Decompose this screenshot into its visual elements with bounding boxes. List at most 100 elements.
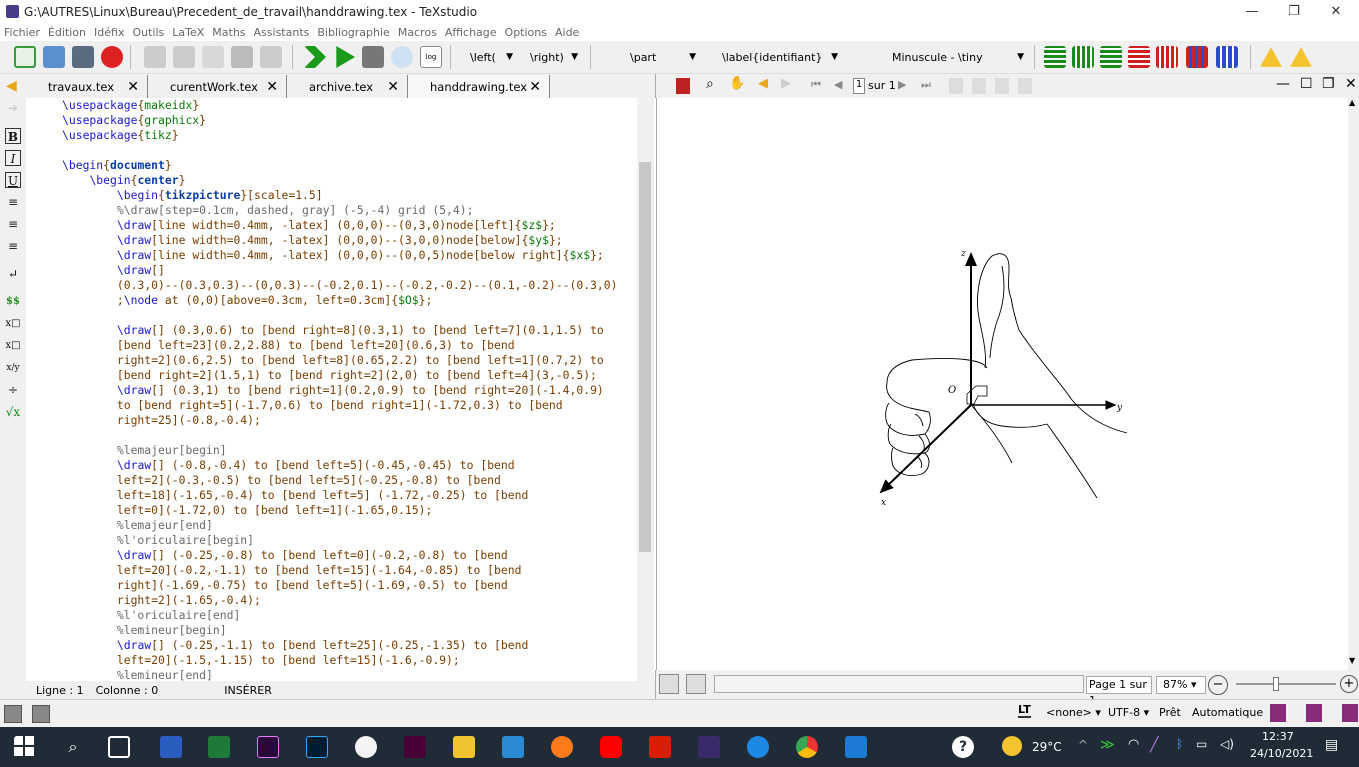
underline-icon[interactable]: U (5, 172, 21, 188)
task-view-icon[interactable] (108, 736, 130, 758)
code-line[interactable]: \begin{center} (62, 173, 637, 188)
vscode-icon[interactable] (845, 736, 867, 758)
zoom-slider-handle[interactable] (1273, 677, 1279, 691)
firefox-icon[interactable] (551, 736, 573, 758)
log-icon[interactable]: log (420, 46, 442, 68)
bluetooth-icon[interactable]: ᛒ (1176, 737, 1183, 751)
pdf-close-icon[interactable]: ✕ (1345, 76, 1357, 92)
tab-close-icon[interactable]: ✕ (266, 79, 278, 95)
tab-handdrawing[interactable]: handdrawing.tex ✕ (408, 75, 550, 98)
code-line[interactable] (62, 308, 637, 323)
xd-icon[interactable] (404, 736, 426, 758)
code-line[interactable]: \usepackage{makeidx} (62, 98, 637, 113)
last-page-icon[interactable]: ⏭ (921, 78, 931, 92)
build-view-icon[interactable] (304, 46, 326, 68)
app-icon-red-dots[interactable] (355, 736, 377, 758)
next-page-icon[interactable]: ▶ (898, 78, 906, 91)
minimize-button[interactable]: — (1229, 0, 1275, 23)
texstudio-icon[interactable] (698, 736, 720, 758)
search-icon[interactable]: ⌕ (62, 736, 84, 758)
encoding-combo[interactable]: UTF-8 ▾ (1108, 706, 1149, 719)
menu-bibliographie[interactable]: Bibliographie (313, 26, 393, 39)
menu-edition[interactable]: Édition (44, 26, 90, 39)
single-page-icon[interactable] (949, 78, 963, 94)
acrobat-icon[interactable] (649, 736, 671, 758)
temperature[interactable]: 29°C (1032, 740, 1062, 754)
code-line[interactable]: ;\node at (0,0)[above=0.3cm, left=0.3cm]… (62, 293, 637, 308)
lock-icon[interactable] (659, 674, 679, 694)
cut-icon[interactable] (231, 46, 253, 68)
menu-aide[interactable]: Aide (551, 26, 583, 39)
undo-icon[interactable] (144, 46, 166, 68)
paste-icon[interactable] (260, 46, 282, 68)
table-delete-column-icon[interactable] (1156, 46, 1178, 68)
scrollbar-thumb[interactable] (639, 162, 651, 552)
warning-triangle-icon[interactable] (1260, 47, 1282, 67)
volume-icon[interactable]: ◁) (1220, 737, 1234, 751)
pen-icon[interactable]: ╱ (1150, 737, 1158, 753)
pdf-minimize-icon[interactable]: — (1276, 76, 1290, 92)
code-line[interactable]: left=20](-0.2,-1.1) to [bend left=15](-1… (62, 563, 637, 578)
newline-icon[interactable]: ↵ (5, 266, 21, 282)
menu-options[interactable]: Options (501, 26, 551, 39)
forward-icon[interactable]: ▶ (781, 76, 791, 91)
pdf-restore-icon[interactable]: ☐ (1300, 76, 1313, 92)
code-line[interactable]: \draw[] (0.3,0.6) to [bend right=8](0.3,… (62, 323, 637, 338)
sqrt-icon[interactable]: √x (5, 404, 21, 420)
pdf-viewer[interactable]: z y x O (656, 98, 1348, 670)
code-line[interactable]: \draw[line width=0.4mm, -latex] (0,0,0)-… (62, 248, 637, 263)
view-pdf-icon[interactable] (391, 46, 413, 68)
sectioning-combo[interactable]: \part ▼ (622, 46, 700, 68)
code-line[interactable]: \draw[] (-0.25,-0.8) to [bend left=0](-0… (62, 548, 637, 563)
chrome-icon[interactable] (796, 736, 818, 758)
right-delimiter-combo[interactable]: \right) ▼ (522, 46, 582, 68)
code-line[interactable]: %lemajeur[begin] (62, 443, 637, 458)
macro-icon-1[interactable] (1270, 704, 1286, 722)
chevron-up-icon[interactable]: ^ (1078, 738, 1088, 752)
fit-width-icon[interactable] (1018, 78, 1032, 94)
tab-archive[interactable]: archive.tex ✕ (287, 75, 408, 98)
menu-maths[interactable]: Maths (208, 26, 249, 39)
prev-page-icon[interactable]: ◀ (834, 78, 842, 91)
pdf-window-icon[interactable]: ❐ (1322, 76, 1335, 92)
table-align-icon[interactable] (1216, 46, 1238, 68)
zoom-out-icon[interactable]: − (1208, 675, 1228, 695)
left-delimiter-combo[interactable]: \left(▼ (462, 46, 517, 68)
code-line[interactable]: %l'oriculaire[end] (62, 608, 637, 623)
menu-macros[interactable]: Macros (394, 26, 441, 39)
macro-icon-3[interactable] (1342, 704, 1358, 722)
tab-close-icon[interactable]: ✕ (127, 79, 139, 95)
table-add-column-icon[interactable] (1072, 46, 1094, 68)
app-icon-green[interactable] (208, 736, 230, 758)
reference-combo[interactable]: \label{identifiant} ▼ (714, 46, 842, 68)
dfrac-icon[interactable]: ÷ (5, 382, 21, 398)
code-line[interactable]: left=2](-0.3,-0.5) to [bend left=5](-0.2… (62, 473, 637, 488)
continuous-icon[interactable] (972, 78, 986, 94)
help-icon[interactable]: ? (952, 736, 974, 758)
code-line[interactable]: \draw[line width=0.4mm, -latex] (0,0,0)-… (62, 233, 637, 248)
code-line[interactable]: %lemineur[begin] (62, 623, 637, 638)
code-line[interactable]: (0.3,0)--(0.3,0.3)--(0,0.3)--(-0.2,0.1)-… (62, 278, 637, 293)
align-right-icon[interactable]: ≡ (5, 238, 21, 254)
pdf-icon[interactable] (676, 78, 690, 94)
code-line[interactable]: right=25](-0.8,-0.4); (62, 413, 637, 428)
app-icon-blue[interactable] (747, 736, 769, 758)
code-line[interactable]: \draw[line width=0.4mm, -latex] (0,0,0)-… (62, 218, 637, 233)
zoom-icon[interactable]: ⌕ (706, 76, 714, 92)
code-line[interactable]: \draw[] (-0.8,-0.4) to [bend left=5](-0.… (62, 458, 637, 473)
scroll-down-icon[interactable]: ▼ (1349, 656, 1355, 665)
word-icon[interactable] (160, 736, 182, 758)
battery-icon[interactable]: ▭ (1196, 737, 1207, 751)
bold-icon[interactable]: B (5, 128, 21, 144)
compile-icon[interactable] (336, 46, 355, 68)
table-cut-icon[interactable] (1186, 46, 1208, 68)
pdf-scrollbar[interactable]: ▲ ▼ (1348, 98, 1359, 670)
table-remove-row-icon[interactable] (1100, 46, 1122, 68)
forward-arrow-icon[interactable]: ➔ (5, 100, 21, 116)
menu-latex[interactable]: LaTeX (168, 26, 208, 39)
menu-assistants[interactable]: Assistants (250, 26, 314, 39)
table-delete-row-icon[interactable] (1128, 46, 1150, 68)
code-line[interactable]: \draw[] (0.3,1) to [bend right=1](0.2,0.… (62, 383, 637, 398)
panel-icon-2[interactable] (32, 705, 50, 723)
file-explorer-icon[interactable] (453, 736, 475, 758)
